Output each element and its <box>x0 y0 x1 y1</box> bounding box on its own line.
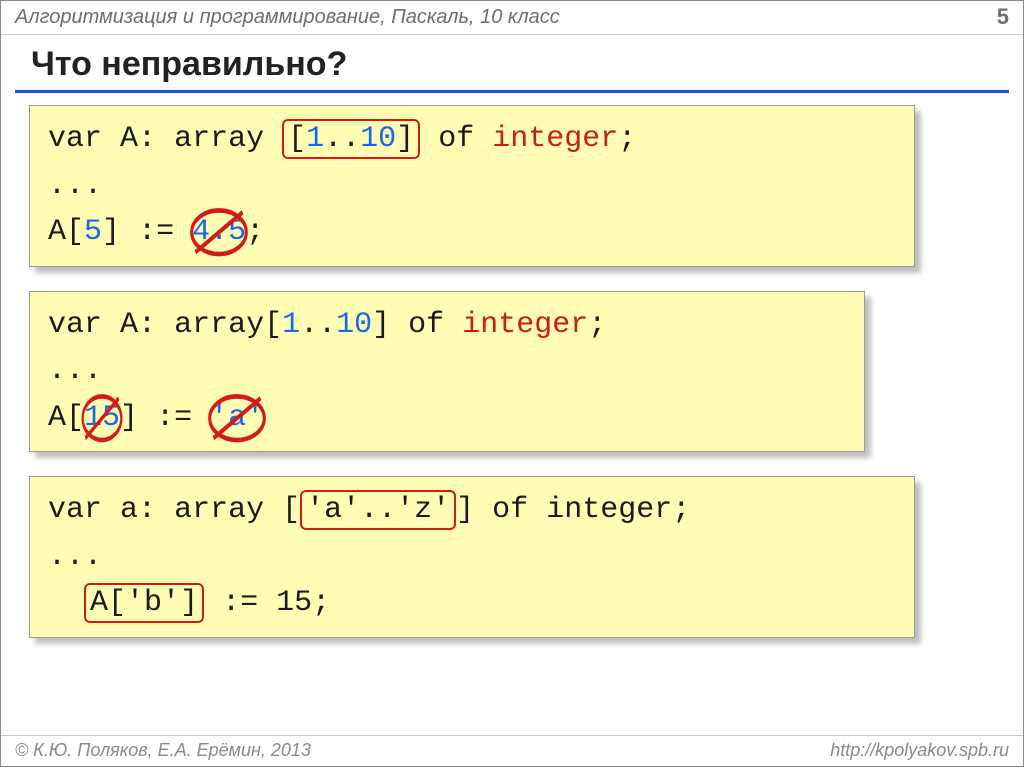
footer-url: http://kpolyakov.spb.ru <box>830 740 1009 761</box>
assign-line-3: A['b'] := 15; <box>48 580 896 627</box>
slide-footer: © К.Ю. Поляков, Е.А. Ерёмин, 2013 http:/… <box>1 735 1023 766</box>
page-number: 5 <box>997 4 1009 30</box>
kw-array: array <box>174 122 264 156</box>
arr-name: A <box>120 122 138 156</box>
ellipsis-3: ... <box>48 534 896 581</box>
rhs-value: 15 <box>276 586 312 620</box>
slide: Алгоритмизация и программирование, Паска… <box>0 0 1024 767</box>
type-name: integer <box>492 122 618 156</box>
range-hi: 10 <box>360 122 396 156</box>
range-dots: .. <box>324 122 360 156</box>
lbracket: [ <box>288 122 306 156</box>
slide-title: Что неправильно? <box>1 35 1023 90</box>
kw-of: of <box>438 122 474 156</box>
decl-line-2: var A: array[1..10] of integer; <box>48 302 846 349</box>
rbracket: ] <box>396 122 414 156</box>
bad-index: 15 <box>84 395 120 442</box>
range-box: [1..10] <box>282 119 420 159</box>
ellipsis-1: ... <box>48 163 896 210</box>
code-block-3: var a: array ['a'..'z'] of integer; ... … <box>29 476 915 638</box>
slide-header: Алгоритмизация и программирование, Паска… <box>1 1 1023 35</box>
code-block-1: var A: array [1..10] of integer; ... A[5… <box>29 105 915 267</box>
assign-line-1: A[5] := 4.5; <box>48 209 896 256</box>
bad-value: 4.5 <box>192 209 246 256</box>
index-box: A['b'] <box>84 583 204 623</box>
semi: ; <box>618 122 636 156</box>
decl-line-3: var a: array ['a'..'z'] of integer; <box>48 487 896 534</box>
code-block-2: var A: array[1..10] of integer; ... A[15… <box>29 291 865 453</box>
footer-copyright: © К.Ю. Поляков, Е.А. Ерёмин, 2013 <box>15 740 311 761</box>
ellipsis-2: ... <box>48 348 846 395</box>
header-subject: Алгоритмизация и программирование, Паска… <box>15 6 560 29</box>
range-box: 'a'..'z' <box>300 490 456 530</box>
slide-content: var A: array [1..10] of integer; ... A[5… <box>1 93 1023 735</box>
assign-line-2: A[15] := 'a' <box>48 395 846 442</box>
decl-line-1: var A: array [1..10] of integer; <box>48 116 896 163</box>
idx: 5 <box>84 215 102 249</box>
kw-var: var <box>48 122 102 156</box>
bad-value: 'a' <box>210 395 264 442</box>
assign-op: := <box>120 215 192 249</box>
arr-ref: A <box>48 215 66 249</box>
type-plain: integer <box>546 493 672 527</box>
range-lo: 1 <box>306 122 324 156</box>
